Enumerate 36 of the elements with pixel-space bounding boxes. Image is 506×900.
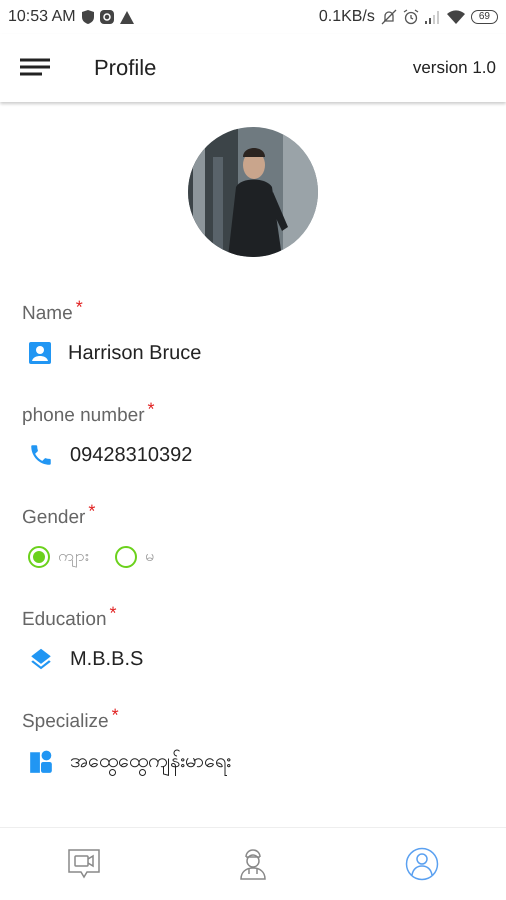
required-mark: * (110, 603, 117, 624)
shield-icon (82, 10, 94, 24)
battery-icon: 69 (470, 10, 498, 24)
field-value: အထွေထွေကျန်းမာရေး (70, 747, 231, 777)
radio-button[interactable] (115, 546, 137, 568)
required-mark: * (88, 501, 96, 522)
page-title: Profile (94, 55, 158, 81)
field-label: Gender (22, 507, 86, 529)
status-time: 10:53 AM (8, 8, 76, 26)
mute-icon (380, 9, 397, 25)
profile-icon[interactable] (404, 847, 439, 881)
field-label: phone number (22, 405, 145, 427)
alarm-icon (402, 9, 419, 25)
field-label: Education (22, 609, 107, 631)
required-mark: * (148, 399, 155, 420)
wifi-icon (446, 10, 465, 24)
version-label: version 1.0 (412, 58, 496, 78)
field-value: 09428310392 (70, 444, 192, 466)
video-chat-icon[interactable] (67, 848, 102, 880)
doctor-icon[interactable] (239, 848, 267, 880)
field-label: Name (22, 303, 73, 325)
radio-button[interactable] (28, 546, 50, 568)
required-mark: * (112, 705, 119, 726)
radio-label: မ (145, 547, 155, 567)
contact-icon (28, 341, 52, 365)
shapes-icon (28, 749, 54, 775)
signal-icon (424, 10, 441, 24)
network-speed: 0.1KB/s (318, 8, 375, 26)
field-value: Harrison Bruce (68, 342, 202, 364)
required-mark: * (76, 297, 83, 318)
warning-icon (120, 10, 134, 24)
field-value: M.B.B.S (70, 648, 144, 670)
app-notification-icon (100, 10, 114, 24)
radio-label: ကျား (58, 545, 89, 569)
field-label: Specialize (22, 711, 109, 733)
menu-button[interactable] (20, 58, 52, 78)
